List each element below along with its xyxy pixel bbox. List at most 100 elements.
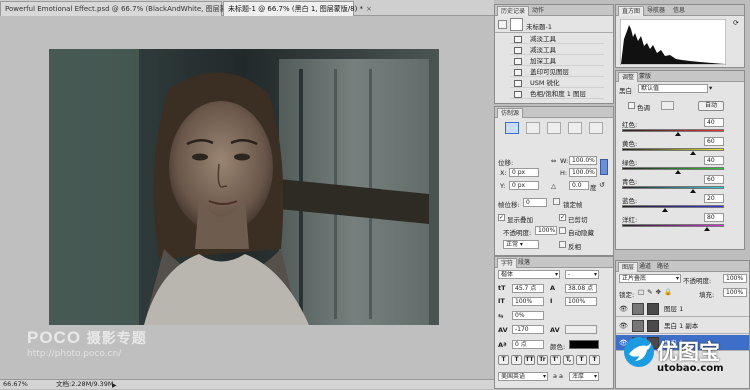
history-snapshot[interactable]: 未标题-1 bbox=[495, 17, 613, 33]
history-item[interactable]: 减淡工具 bbox=[510, 45, 604, 55]
bw-slider-value-field[interactable]: 40 bbox=[704, 156, 724, 165]
preset-select[interactable]: 默认值 bbox=[638, 84, 708, 93]
bw-slider-value-field[interactable]: 60 bbox=[704, 137, 724, 146]
text-style-button[interactable]: TT bbox=[524, 355, 535, 365]
document-tab-psd[interactable]: Powerful Emotional Effect.psd @ 66.7% (B… bbox=[0, 1, 258, 16]
text-style-button[interactable]: T bbox=[589, 355, 600, 365]
text-style-button[interactable]: T bbox=[576, 355, 587, 365]
y-offset-field[interactable]: 0 px bbox=[509, 181, 539, 190]
antialias-select[interactable]: 浑厚 ▾ bbox=[569, 372, 599, 381]
bw-slider-track[interactable] bbox=[622, 148, 724, 151]
width-scale-field[interactable]: 100.0% bbox=[569, 156, 597, 165]
layer-opacity-field[interactable]: 100% bbox=[723, 274, 747, 283]
history-item[interactable]: 盖印可见图层 bbox=[510, 67, 604, 77]
bw-slider-value-field[interactable]: 80 bbox=[704, 213, 724, 222]
bw-slider-track[interactable] bbox=[622, 167, 724, 170]
clone-source-panel: 仿制源 位移: X: 0 px Y: 0 px ⇔ W: 100.0% H: 1… bbox=[494, 106, 614, 256]
clone-source-4-button[interactable] bbox=[568, 122, 582, 134]
language-select[interactable]: 美国英语 ▾ bbox=[498, 372, 548, 381]
auto-button[interactable]: 自动 bbox=[698, 101, 724, 111]
text-style-button[interactable]: T bbox=[498, 355, 509, 365]
zoom-level[interactable]: 66.67% bbox=[3, 380, 28, 389]
bw-slider-track[interactable] bbox=[622, 129, 724, 132]
bw-slider-thumb[interactable] bbox=[675, 170, 682, 174]
clone-source-2-button[interactable] bbox=[526, 122, 540, 134]
layer-mask-thumbnail[interactable] bbox=[647, 303, 659, 315]
blend-mode-select[interactable]: 正片叠底 ▾ bbox=[619, 274, 681, 283]
frame-offset-field[interactable]: 0 bbox=[523, 198, 547, 207]
tsume-field[interactable]: 0% bbox=[512, 311, 544, 320]
history-item[interactable]: 减淡工具 bbox=[510, 34, 604, 44]
horizontal-scale-field[interactable]: 100% bbox=[565, 297, 597, 306]
bw-slider-track[interactable] bbox=[622, 186, 724, 189]
tab-navigator[interactable]: 导航器 bbox=[644, 6, 668, 16]
bw-slider-value-field[interactable]: 20 bbox=[704, 194, 724, 203]
tab-paths[interactable]: 路径 bbox=[654, 262, 672, 272]
bw-slider-thumb[interactable] bbox=[675, 132, 682, 136]
leading-field[interactable]: 38.08 点 bbox=[565, 284, 597, 293]
show-overlay-checkbox[interactable]: ✓ bbox=[498, 214, 505, 221]
clone-source-3-button[interactable] bbox=[547, 122, 561, 134]
overlay-opacity-field[interactable]: 100% bbox=[535, 226, 557, 235]
tab-paragraph[interactable]: 段落 bbox=[515, 258, 533, 268]
chain-link-icon[interactable] bbox=[600, 159, 608, 175]
angle-field[interactable]: 0.0 bbox=[569, 181, 589, 190]
tint-color-swatch[interactable] bbox=[661, 101, 674, 110]
tab-layers[interactable]: 图层 bbox=[618, 262, 639, 272]
clone-source-1-button[interactable] bbox=[505, 122, 519, 134]
history-item[interactable]: USM 锐化 bbox=[510, 78, 604, 88]
tab-clone-source[interactable]: 仿制源 bbox=[497, 108, 524, 118]
bw-slider-thumb[interactable] bbox=[661, 208, 668, 212]
document-tab-untitled[interactable]: 未标题-1 @ 66.7% (黑白 1, 图层蒙版/8) * × bbox=[223, 1, 372, 16]
bw-slider-track[interactable] bbox=[622, 205, 724, 208]
x-offset-field[interactable]: 0 px bbox=[509, 168, 539, 177]
text-color-swatch[interactable] bbox=[569, 340, 599, 349]
tab-history[interactable]: 历史记录 bbox=[497, 6, 530, 16]
font-style-select[interactable]: - ▾ bbox=[565, 270, 599, 279]
link-width-icon[interactable]: ⇔ bbox=[551, 157, 556, 165]
tab-masks[interactable]: 蒙版 bbox=[636, 72, 654, 82]
canvas-image[interactable] bbox=[49, 49, 439, 325]
invert-checkbox[interactable] bbox=[559, 241, 566, 248]
vertical-scale-field[interactable]: 100% bbox=[512, 297, 544, 306]
height-scale-field[interactable]: 100.0% bbox=[569, 168, 597, 177]
font-family-select[interactable]: 楷体 ▾ bbox=[498, 270, 560, 279]
bw-slider-thumb[interactable] bbox=[690, 151, 697, 155]
preset-dropdown-icon[interactable]: ▾ bbox=[709, 84, 712, 92]
bw-slider-thumb[interactable] bbox=[703, 227, 710, 231]
tab-histogram[interactable]: 直方图 bbox=[618, 6, 645, 16]
history-item[interactable]: 加深工具 bbox=[510, 56, 604, 66]
reset-transform-icon[interactable]: ↺ bbox=[599, 181, 605, 189]
layer-visibility-eye-icon[interactable]: 👁 bbox=[619, 301, 628, 317]
tracking-field[interactable]: -170 bbox=[512, 325, 544, 334]
clone-source-5-button[interactable] bbox=[589, 122, 603, 134]
tab-info[interactable]: 信息 bbox=[670, 6, 688, 16]
bw-slider-thumb[interactable] bbox=[690, 189, 697, 193]
lock-frame-checkbox[interactable] bbox=[553, 198, 560, 205]
tab-actions[interactable]: 动作 bbox=[529, 6, 547, 16]
baseline-field[interactable]: 0 点 bbox=[512, 340, 544, 349]
lock-icons[interactable]: □✎✥🔒 bbox=[638, 288, 675, 296]
snapshot-checkbox[interactable] bbox=[498, 20, 507, 29]
auto-hide-checkbox[interactable] bbox=[559, 227, 566, 234]
clipped-checkbox[interactable]: ✓ bbox=[559, 214, 566, 221]
overlay-mode-select[interactable]: 正常 ▾ bbox=[503, 240, 539, 249]
close-icon[interactable]: × bbox=[366, 5, 372, 13]
tab-adjustments[interactable]: 调整 bbox=[618, 72, 639, 82]
layer-row[interactable]: 👁 图层 1 bbox=[616, 301, 749, 317]
bw-slider-value-field[interactable]: 60 bbox=[704, 175, 724, 184]
tab-character[interactable]: 字符 bbox=[497, 258, 518, 268]
text-style-button[interactable]: T bbox=[511, 355, 522, 365]
font-size-field[interactable]: 45.7 点 bbox=[512, 284, 544, 293]
kerning-field[interactable] bbox=[565, 325, 597, 334]
tab-channels[interactable]: 通道 bbox=[636, 262, 654, 272]
histogram-refresh-icon[interactable]: ⟳ bbox=[733, 19, 739, 27]
text-style-button[interactable]: T' bbox=[550, 355, 561, 365]
tint-checkbox[interactable] bbox=[628, 102, 635, 109]
bw-slider-value-field[interactable]: 40 bbox=[704, 118, 724, 127]
history-item[interactable]: 色相/饱和度 1 图层 bbox=[510, 89, 604, 99]
text-style-button[interactable]: T, bbox=[563, 355, 574, 365]
fill-field[interactable]: 100% bbox=[723, 288, 747, 297]
layer-mask-thumbnail[interactable] bbox=[647, 320, 659, 332]
text-style-button[interactable]: Tr bbox=[537, 355, 548, 365]
